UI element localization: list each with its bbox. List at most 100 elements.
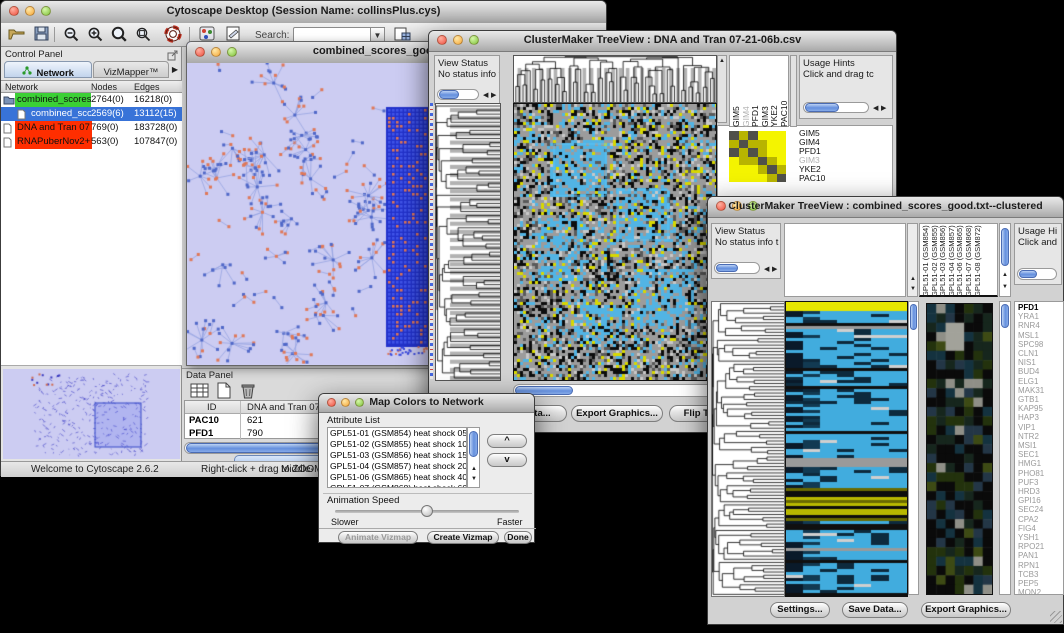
animate-vizmap-button[interactable]: Animate Vizmap — [338, 531, 418, 544]
heatmap-column-label[interactable]: PFD1 — [751, 57, 760, 127]
heatmap-column-label[interactable]: YKE2 — [770, 57, 779, 127]
attribute-list-item[interactable]: GPL51-03 (GSM856) heat shock 15 min — [330, 450, 466, 461]
scrollbar-thumb[interactable] — [439, 90, 459, 99]
row-id[interactable]: PFD1 — [189, 428, 213, 439]
scroll-up-icon[interactable]: ▲ — [910, 276, 916, 283]
usage-hints-scrollbar[interactable] — [1017, 268, 1057, 280]
open-file-icon[interactable] — [7, 26, 27, 44]
move-down-button[interactable]: v — [487, 453, 527, 467]
gene-list-item[interactable]: PAN1 — [1018, 551, 1063, 560]
scroll-down-icon[interactable]: ▼ — [1002, 284, 1008, 291]
column-dendrogram-area[interactable] — [784, 223, 906, 297]
data-col-id[interactable]: ID — [207, 402, 217, 413]
attribute-list-item[interactable]: GPL51-06 (GSM865) heat shock 40 min — [330, 472, 466, 483]
column-dendrogram-canvas[interactable] — [513, 55, 717, 103]
scroll-up-icon[interactable]: ▲ — [719, 58, 725, 65]
heatmap-row-label[interactable]: PAC10 — [799, 174, 849, 183]
treeview1-title-bar[interactable]: ClusterMaker TreeView : DNA and Tran 07-… — [429, 31, 896, 52]
heatmap-column-label[interactable]: GPL51-01 (GSM854) — [922, 225, 930, 297]
scrollbar-thumb[interactable] — [1019, 270, 1037, 278]
gene-list-item[interactable]: HMG1 — [1018, 459, 1063, 468]
gene-list-item[interactable]: NIS1 — [1018, 358, 1063, 367]
scroll-up-icon[interactable]: ▲ — [1002, 272, 1008, 279]
scroll-left-icon[interactable]: ◀ — [873, 105, 878, 112]
gene-list-item[interactable]: MSI1 — [1018, 441, 1063, 450]
export-graphics-button[interactable]: Export Graphics... — [571, 405, 663, 422]
done-button[interactable]: Done — [504, 531, 532, 544]
scrollbar-thumb[interactable] — [805, 103, 839, 112]
gene-list-item[interactable]: FIG4 — [1018, 524, 1063, 533]
gene-list-item[interactable]: SEC24 — [1018, 505, 1063, 514]
tab-overflow-button[interactable]: ▶ — [170, 61, 180, 78]
network-row[interactable]: RNAPuberNov2+563(0)107847(0) — [1, 135, 182, 149]
export-graphics-button[interactable]: Export Graphics... — [921, 602, 1011, 618]
gene-list-item[interactable]: CPA2 — [1018, 515, 1063, 524]
move-up-button[interactable]: ^ — [487, 434, 527, 448]
zoom-in-icon[interactable] — [85, 26, 105, 44]
network-row[interactable]: DNA and Tran 07769(0)183728(0) — [1, 121, 182, 135]
scroll-left-icon[interactable]: ◀ — [483, 92, 488, 99]
gene-list-item[interactable]: NTR2 — [1018, 432, 1063, 441]
attribute-list-item[interactable]: GPL51-02 (GSM855) heat shock 10 min — [330, 439, 466, 450]
gene-list-item[interactable]: PEP5 — [1018, 579, 1063, 588]
slider-thumb[interactable] — [421, 505, 433, 517]
attribute-list-item[interactable]: GPL51-01 (GSM854) heat shock 05 min — [330, 428, 466, 439]
attribute-list[interactable]: GPL51-01 (GSM854) heat shock 05 minGPL51… — [327, 427, 467, 488]
similarity-matrix[interactable] — [729, 131, 786, 182]
scroll-left-icon[interactable]: ◀ — [764, 266, 769, 273]
col-header-network[interactable]: Network — [5, 82, 38, 92]
zoom-fit-icon[interactable] — [109, 26, 129, 44]
scroll-right-icon[interactable]: ▶ — [772, 266, 777, 273]
gene-list-item[interactable]: MAK31 — [1018, 386, 1063, 395]
heatmap-column-label[interactable]: GIM5 — [732, 57, 741, 127]
scrollbar-thumb[interactable] — [1001, 304, 1009, 328]
gene-list-item[interactable]: PUF3 — [1018, 478, 1063, 487]
dialog-title-bar[interactable]: Map Colors to Network — [319, 394, 534, 413]
heatmap-canvas[interactable] — [513, 103, 717, 381]
view-status-scrollbar[interactable] — [437, 89, 479, 100]
row-value[interactable]: 790 — [247, 428, 263, 439]
gene-list-item[interactable]: RPO21 — [1018, 542, 1063, 551]
scroll-right-icon[interactable]: ▶ — [881, 105, 886, 112]
gene-list-item[interactable]: RNR4 — [1018, 321, 1063, 330]
gene-list-item[interactable]: TCB3 — [1018, 570, 1063, 579]
gene-list-item[interactable]: KAP95 — [1018, 404, 1063, 413]
settings-button[interactable]: Settings... — [770, 602, 830, 618]
scroll-right-icon[interactable]: ▶ — [491, 92, 496, 99]
attribute-list-item[interactable]: GPL51-04 (GSM857) heat shock 20 min — [330, 461, 466, 472]
resize-grip[interactable] — [1050, 611, 1062, 623]
attribute-list-item[interactable]: GPL51-07 (GSM868) heat shock 60 min — [330, 483, 466, 488]
row-dendrogram-canvas[interactable] — [435, 103, 501, 381]
scroll-up-icon[interactable]: ▲ — [471, 466, 477, 473]
gene-list-item[interactable]: HAP3 — [1018, 413, 1063, 422]
col-header-edges[interactable]: Edges — [134, 82, 160, 92]
scrollbar-thumb[interactable] — [716, 264, 738, 272]
create-vizmap-button[interactable]: Create Vizmap — [427, 531, 499, 544]
gene-list-item[interactable]: ELG1 — [1018, 377, 1063, 386]
row-value[interactable]: 621 — [247, 415, 263, 426]
main-title-bar[interactable]: Cytoscape Desktop (Session Name: collins… — [1, 1, 606, 24]
scrollbar-thumb[interactable] — [469, 431, 478, 457]
heatmap-column-label[interactable]: GPL51-08 (GSM872) — [974, 225, 982, 297]
gene-list-item[interactable]: RPN1 — [1018, 561, 1063, 570]
heatmap-column-label[interactable]: GPL51-03 (GSM856) — [939, 225, 947, 297]
column-area-vscrollbar[interactable]: ▲ ▼ — [907, 223, 918, 297]
row-id[interactable]: PAC10 — [189, 415, 219, 426]
gene-list-item[interactable]: BUD4 — [1018, 367, 1063, 376]
gene-list-item[interactable]: CLN1 — [1018, 349, 1063, 358]
treeview2-title-bar[interactable]: ClusterMaker TreeView : combined_scores_… — [708, 197, 1063, 218]
gene-list-item[interactable]: SEC1 — [1018, 450, 1063, 459]
scrollbar-thumb[interactable] — [910, 304, 917, 330]
tab-network[interactable]: Network — [4, 61, 92, 78]
gene-list-item[interactable]: MON2 — [1018, 588, 1063, 595]
row-dendrogram-canvas[interactable] — [711, 301, 785, 597]
save-data-button[interactable]: Save Data... — [842, 602, 908, 618]
tab-vizmapper[interactable]: VizMapper™ — [93, 61, 169, 78]
heatmap-column-label[interactable]: GPL51-06 (GSM865) — [956, 225, 964, 297]
heatmap-column-label[interactable]: PAC10 — [780, 57, 789, 127]
heatmap-column-label[interactable]: GIM4 — [742, 57, 751, 127]
heatmap-column-label[interactable]: GIM3 — [761, 57, 770, 127]
help-lifesaver-icon[interactable] — [163, 25, 183, 43]
labels-vscrollbar[interactable]: ▲ ▼ — [999, 223, 1011, 297]
gene-list-vscrollbar[interactable] — [999, 301, 1011, 595]
